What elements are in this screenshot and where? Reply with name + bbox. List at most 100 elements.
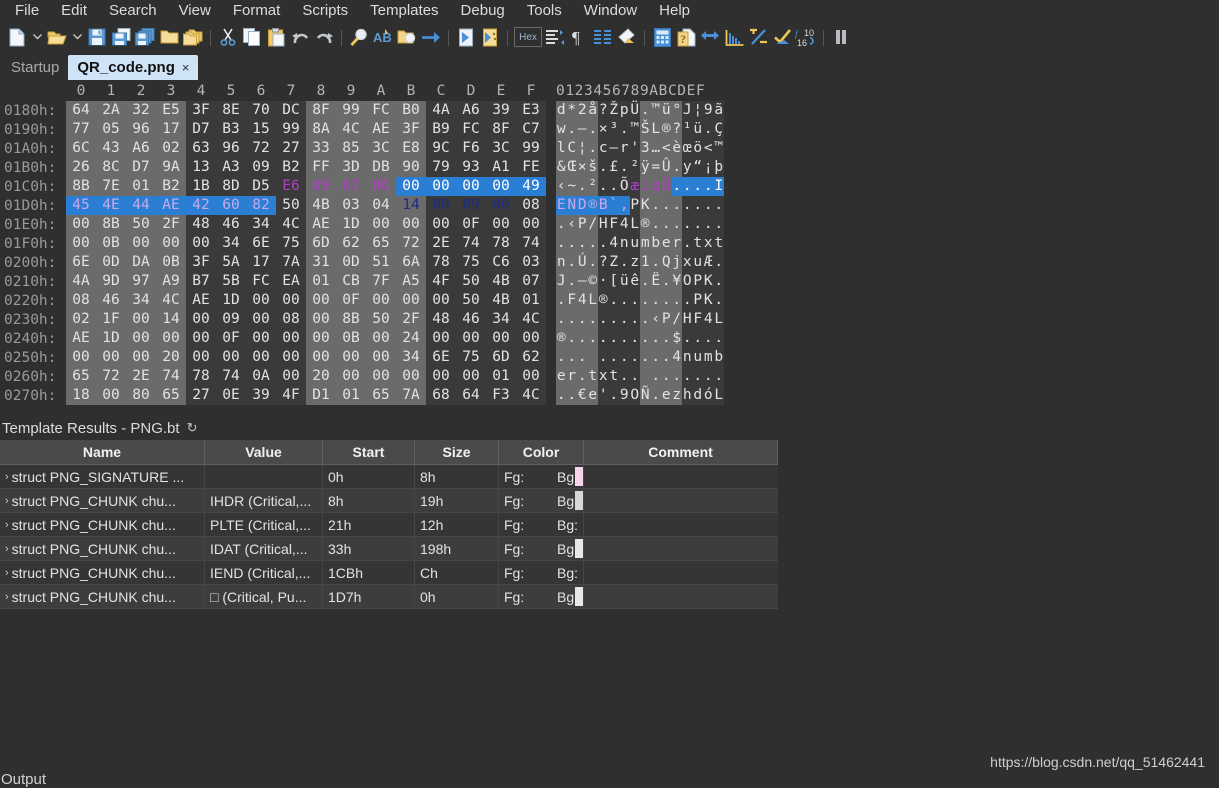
hex-byte[interactable]: 04 — [366, 196, 396, 215]
color-swatch[interactable] — [575, 491, 583, 510]
ascii-char[interactable]: . — [650, 215, 661, 234]
ascii-char[interactable]: ¹ — [682, 120, 693, 139]
column-header-value[interactable]: Value — [205, 440, 323, 465]
hex-byte[interactable]: 0F — [216, 329, 246, 348]
ascii-char[interactable]: . — [671, 291, 682, 310]
ascii-char[interactable]: J — [556, 272, 567, 291]
hex-byte[interactable]: 00 — [456, 329, 486, 348]
hex-byte[interactable]: 72 — [396, 234, 426, 253]
ascii-char[interactable]: . — [692, 177, 703, 196]
hex-byte[interactable]: 77 — [66, 120, 96, 139]
hex-byte[interactable]: 97 — [126, 272, 156, 291]
hex-byte[interactable]: 62 — [336, 234, 366, 253]
hex-byte[interactable]: 43 — [96, 139, 126, 158]
table-row[interactable]: › struct PNG_CHUNK chu... IDAT (Critical,.… — [0, 537, 778, 561]
ascii-char[interactable]: ` — [608, 196, 619, 215]
ascii-char[interactable]: £ — [608, 158, 619, 177]
hex-byte[interactable]: 00 — [366, 329, 396, 348]
fg-label[interactable]: Fg: — [504, 469, 524, 485]
hex-byte[interactable]: 6D — [306, 234, 336, 253]
ascii-char[interactable]: = — [650, 158, 661, 177]
ascii-char[interactable]: . — [587, 329, 598, 348]
ascii-char[interactable]: . — [703, 215, 714, 234]
ascii-char[interactable]: 4 — [619, 215, 630, 234]
ascii-char[interactable]: . — [629, 348, 640, 367]
hex-byte[interactable]: 00 — [516, 367, 546, 386]
ascii-char[interactable]: . — [608, 310, 619, 329]
ascii-char[interactable]: Z — [608, 253, 619, 272]
ascii-char[interactable]: ° — [671, 101, 682, 120]
hex-byte[interactable]: 3C — [366, 139, 396, 158]
hex-byte[interactable]: E8 — [396, 139, 426, 158]
hex-byte[interactable]: 34 — [396, 348, 426, 367]
ascii-char[interactable]: ê — [629, 272, 640, 291]
ascii-char[interactable]: w — [556, 120, 567, 139]
hex-byte[interactable]: 00 — [276, 348, 306, 367]
column-header-color[interactable]: Color — [499, 440, 584, 465]
hex-byte[interactable]: 2E — [126, 367, 156, 386]
hex-byte[interactable]: 0D — [336, 253, 366, 272]
ascii-char[interactable]: . — [556, 310, 567, 329]
ascii-char[interactable]: / — [671, 310, 682, 329]
hex-byte[interactable]: 00 — [516, 329, 546, 348]
hex-byte[interactable]: 14 — [396, 196, 426, 215]
column-header-size[interactable]: Size — [415, 440, 499, 465]
goto-icon[interactable] — [420, 25, 442, 49]
ascii-char[interactable]: . — [577, 367, 588, 386]
redo-icon[interactable] — [313, 25, 335, 49]
ascii-char[interactable]: B — [598, 196, 609, 215]
hex-byte[interactable]: 00 — [246, 348, 276, 367]
ascii-char[interactable] — [587, 348, 598, 367]
hex-byte[interactable]: 2F — [396, 310, 426, 329]
hex-byte[interactable]: 80 — [126, 386, 156, 405]
hex-byte[interactable]: 02 — [66, 310, 96, 329]
ascii-char[interactable]: . — [661, 196, 672, 215]
ascii-char[interactable]: ‹ — [556, 177, 567, 196]
find-icon[interactable] — [348, 25, 370, 49]
hex-byte[interactable]: 34 — [486, 310, 516, 329]
hex-byte[interactable]: FF — [306, 158, 336, 177]
ascii-char[interactable]: . — [671, 215, 682, 234]
ascii-char[interactable]: Õ — [619, 177, 630, 196]
hex-byte[interactable]: 7A — [276, 253, 306, 272]
ascii-char[interactable]: . — [566, 386, 577, 405]
hex-byte[interactable]: 0F — [456, 215, 486, 234]
hex-byte[interactable]: AE — [156, 196, 186, 215]
hex-byte[interactable]: 69 — [306, 177, 336, 196]
ascii-char[interactable]: t — [713, 234, 724, 253]
ascii-char[interactable]: e — [587, 386, 598, 405]
ascii-char[interactable]: ® — [556, 329, 567, 348]
ascii-char[interactable]: Ë — [650, 272, 661, 291]
new-file-icon[interactable] — [6, 25, 28, 49]
open-folder-icon[interactable] — [46, 25, 68, 49]
ascii-char[interactable]: . — [587, 234, 598, 253]
ascii-char[interactable]: ã — [713, 101, 724, 120]
hex-byte[interactable]: 48 — [186, 215, 216, 234]
hex-byte[interactable]: 00 — [126, 310, 156, 329]
save-as-icon[interactable] — [110, 25, 132, 49]
ascii-char[interactable]: . — [577, 177, 588, 196]
ascii-char[interactable]: O — [682, 272, 693, 291]
hex-byte[interactable]: 05 — [96, 120, 126, 139]
hex-byte[interactable]: 0A — [246, 367, 276, 386]
ascii-char[interactable]: . — [598, 329, 609, 348]
hex-row[interactable]: 0180h: 64 2A 32 E5 3F 8E 70 DC 8F 99 FC B0 4A A6 39 E3 d *… — [0, 101, 1219, 120]
ascii-char[interactable]: Æ — [703, 253, 714, 272]
hex-byte[interactable]: 33 — [306, 139, 336, 158]
ascii-char[interactable]: . — [650, 253, 661, 272]
ascii-char[interactable]: & — [556, 158, 567, 177]
hex-byte[interactable]: 00 — [126, 234, 156, 253]
ascii-char[interactable]: C — [566, 139, 577, 158]
hex-byte[interactable]: 51 — [366, 253, 396, 272]
ascii-char[interactable]: b — [713, 348, 724, 367]
menu-item-edit[interactable]: Edit — [50, 0, 98, 21]
hex-byte[interactable]: 00 — [306, 291, 336, 310]
ascii-char[interactable]: ? — [671, 120, 682, 139]
ascii-char[interactable]: . — [661, 329, 672, 348]
ascii-char[interactable]: P — [629, 196, 640, 215]
hex-byte[interactable]: 46 — [216, 215, 246, 234]
hex-byte[interactable]: 4C — [516, 310, 546, 329]
ascii-char[interactable]: . — [671, 177, 682, 196]
hex-byte[interactable]: 00 — [156, 234, 186, 253]
ascii-char[interactable]: n — [619, 234, 630, 253]
